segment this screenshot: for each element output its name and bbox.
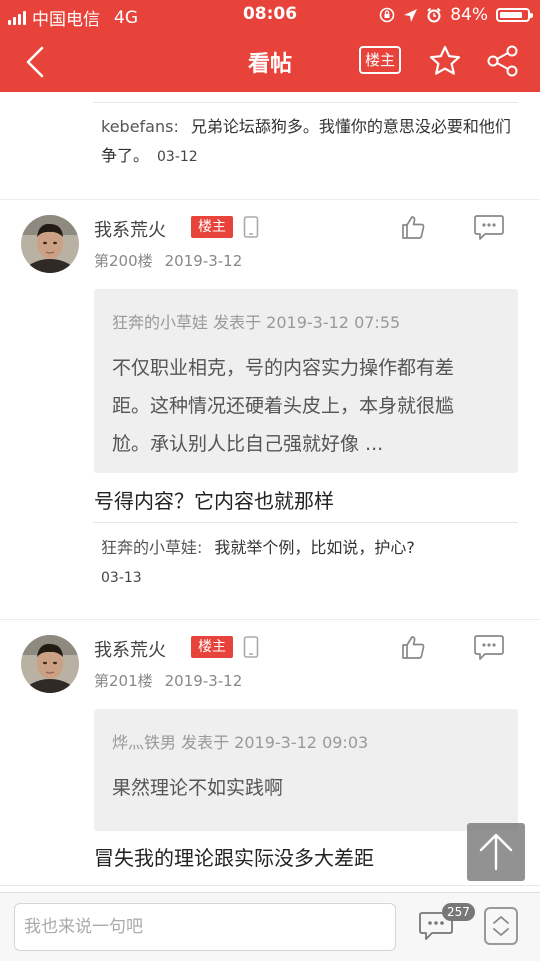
reply-divider [93, 522, 518, 523]
battery-percent: 84% [450, 5, 488, 25]
op-badge: 楼主 [191, 636, 233, 658]
bottom-bar: 我也来说一句吧 257 [0, 892, 540, 961]
post-text: 号得内容？它内容也就那样 [94, 489, 334, 513]
reply-date: 03-13 [101, 570, 142, 586]
mobile-icon [243, 216, 259, 238]
post-date: 2019-3-12 [164, 672, 243, 690]
floor-number: 第201楼 [94, 672, 153, 690]
status-right: 84% [379, 5, 533, 25]
quote-line: 距。这种情况还硬着头皮上，本身就很尴 [112, 395, 455, 417]
post-divider [0, 199, 540, 200]
floor-info: 第200楼 2019-3-12 [94, 250, 242, 271]
username[interactable]: 我系荒火 [94, 216, 166, 242]
star-icon[interactable] [428, 44, 462, 78]
battery-icon [496, 8, 533, 22]
quote-line: 果然理论不如实践啊 [112, 777, 284, 799]
scroll-to-top-button[interactable] [467, 823, 525, 881]
thumbs-up-icon[interactable] [400, 634, 426, 660]
avatar[interactable] [21, 635, 79, 693]
thumbs-up-icon[interactable] [400, 214, 426, 240]
quote-line: 尬。承认别人比自己强就好像 ... [112, 433, 384, 455]
quote-line: 不仅职业相克，号的内容实力操作都有差 [112, 357, 455, 379]
avatar[interactable] [21, 215, 79, 273]
reply-divider [0, 885, 540, 886]
status-bar: 中国电信 4G 08:06 84% [0, 0, 540, 32]
quote-body: 不仅职业相克，号的内容实力操作都有差 距。这种情况还硬着头皮上，本身就很尴 尬。… [112, 349, 502, 463]
up-down-arrows-icon [493, 916, 509, 936]
reply-author[interactable]: kebefans: [101, 117, 179, 136]
post-date: 2019-3-12 [164, 252, 243, 270]
floor-number: 第200楼 [94, 252, 153, 270]
sub-reply[interactable]: 狂奔的小草娃: 我就举个例，比如说，护心? 03-13 [101, 533, 516, 593]
reply-author[interactable]: 狂奔的小草娃: [101, 538, 202, 557]
thread-content: kebefans: 兄弟论坛舔狗多。我懂你的意思没必要和他们争了。 03-12 我系… [0, 92, 540, 892]
quote-block[interactable]: 烨灬铁男 发表于 2019-3-12 09:03 果然理论不如实践啊 [94, 709, 518, 831]
quote-body: 果然理论不如实践啊 [112, 769, 502, 807]
reply-date: 03-12 [157, 149, 198, 165]
location-icon [404, 8, 418, 22]
alarm-icon [427, 7, 441, 23]
username[interactable]: 我系荒火 [94, 636, 166, 662]
reply-text: 我就举个例，比如说，护心? [214, 538, 415, 557]
quote-block[interactable]: 狂奔的小草娃 发表于 2019-3-12 07:55 不仅职业相克，号的内容实力… [94, 289, 518, 473]
quote-header: 烨灬铁男 发表于 2019-3-12 09:03 [112, 733, 369, 752]
arrow-up-icon [479, 833, 513, 871]
op-badge: 楼主 [191, 216, 233, 238]
post-text: 冒失我的理论跟实际没多大差距 [94, 846, 374, 870]
only-op-button[interactable]: 楼主 [359, 46, 401, 74]
reply-divider [93, 102, 518, 103]
comment-icon[interactable] [473, 633, 505, 661]
nav-bar: 看帖 楼主 [0, 32, 540, 92]
floor-info: 第201楼 2019-3-12 [94, 670, 242, 691]
orientation-lock-icon [379, 7, 395, 23]
page-jump-button[interactable] [484, 907, 518, 945]
share-icon[interactable] [486, 44, 520, 78]
comment-icon[interactable] [473, 213, 505, 241]
post-divider [0, 619, 540, 620]
reply-input[interactable]: 我也来说一句吧 [14, 903, 396, 951]
quote-header: 狂奔的小草娃 发表于 2019-3-12 07:55 [112, 313, 401, 332]
comment-count-badge: 257 [442, 903, 475, 921]
sub-reply[interactable]: kebefans: 兄弟论坛舔狗多。我懂你的意思没必要和他们争了。 03-12 [101, 112, 516, 172]
mobile-icon [243, 636, 259, 658]
